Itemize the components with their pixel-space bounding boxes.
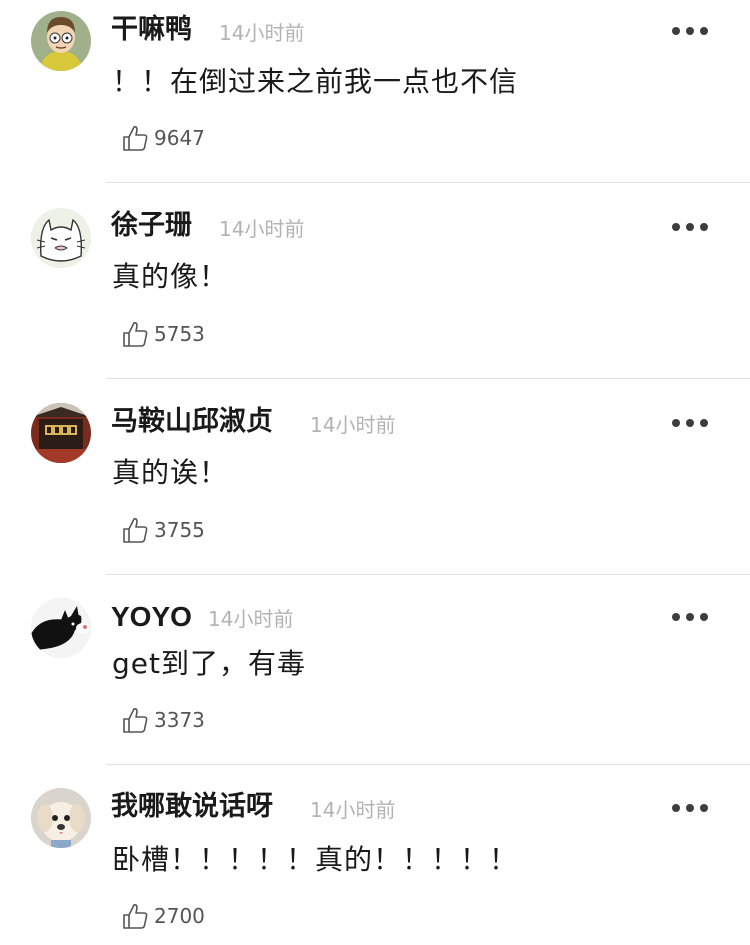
timestamp: 14小时前 [310,413,396,437]
username[interactable]: 徐子珊 [111,210,192,242]
more-options-icon[interactable] [672,610,708,624]
more-options-icon[interactable] [672,416,708,430]
like-count: 3755 [154,518,205,542]
username[interactable]: 我哪敢说话呀 [111,791,273,823]
username[interactable]: 马鞍山邱淑贞 [111,406,273,438]
thumbs-up-icon [123,904,148,929]
avatar[interactable] [31,598,91,658]
thumbs-up-icon [123,126,148,151]
username[interactable]: 干嘛鸭 [111,14,192,46]
timestamp: 14小时前 [208,607,294,631]
divider [106,378,750,379]
more-options-icon[interactable] [672,220,708,234]
comment-text: 卧槽！！！！！真的！！！！！ [112,843,519,876]
comment-text: get到了，有毒 [112,647,306,680]
comment-list: 干嘛鸭 14小时前 ！！在倒过来之前我一点也不信 9647 徐子珊 14小时前 … [0,0,750,945]
like-button[interactable]: 3755 [120,514,205,546]
more-options-icon[interactable] [672,801,708,815]
like-button[interactable]: 5753 [120,318,205,350]
black-cat-avatar-icon [31,598,91,658]
like-button[interactable]: 2700 [120,900,205,932]
cartoon-cat-avatar-icon [31,208,91,268]
timestamp: 14小时前 [219,21,305,45]
avatar[interactable] [31,11,91,71]
like-button[interactable]: 9647 [120,122,205,154]
comment-text: ！！在倒过来之前我一点也不信 [112,65,519,98]
like-button[interactable]: 3373 [120,704,205,736]
like-count: 2700 [154,904,205,928]
puppy-avatar-icon [31,788,91,848]
timestamp: 14小时前 [219,217,305,241]
avatar[interactable] [31,403,91,463]
gate-building-avatar-icon [31,403,91,463]
like-count: 5753 [154,322,205,346]
divider [106,182,750,183]
thumbs-up-icon [123,708,148,733]
timestamp: 14小时前 [310,798,396,822]
like-count: 9647 [154,126,205,150]
thumbs-up-icon [123,518,148,543]
like-count: 3373 [154,708,205,732]
comment-text: 真的诶！ [112,456,229,489]
more-options-icon[interactable] [672,24,708,38]
divider [106,764,750,765]
avatar[interactable] [31,208,91,268]
thumbs-up-icon [123,322,148,347]
username[interactable]: YOYO [111,601,192,633]
divider [106,574,750,575]
comment-text: 真的像！ [112,260,229,293]
rick-morty-avatar-icon [31,11,91,71]
avatar[interactable] [31,788,91,848]
